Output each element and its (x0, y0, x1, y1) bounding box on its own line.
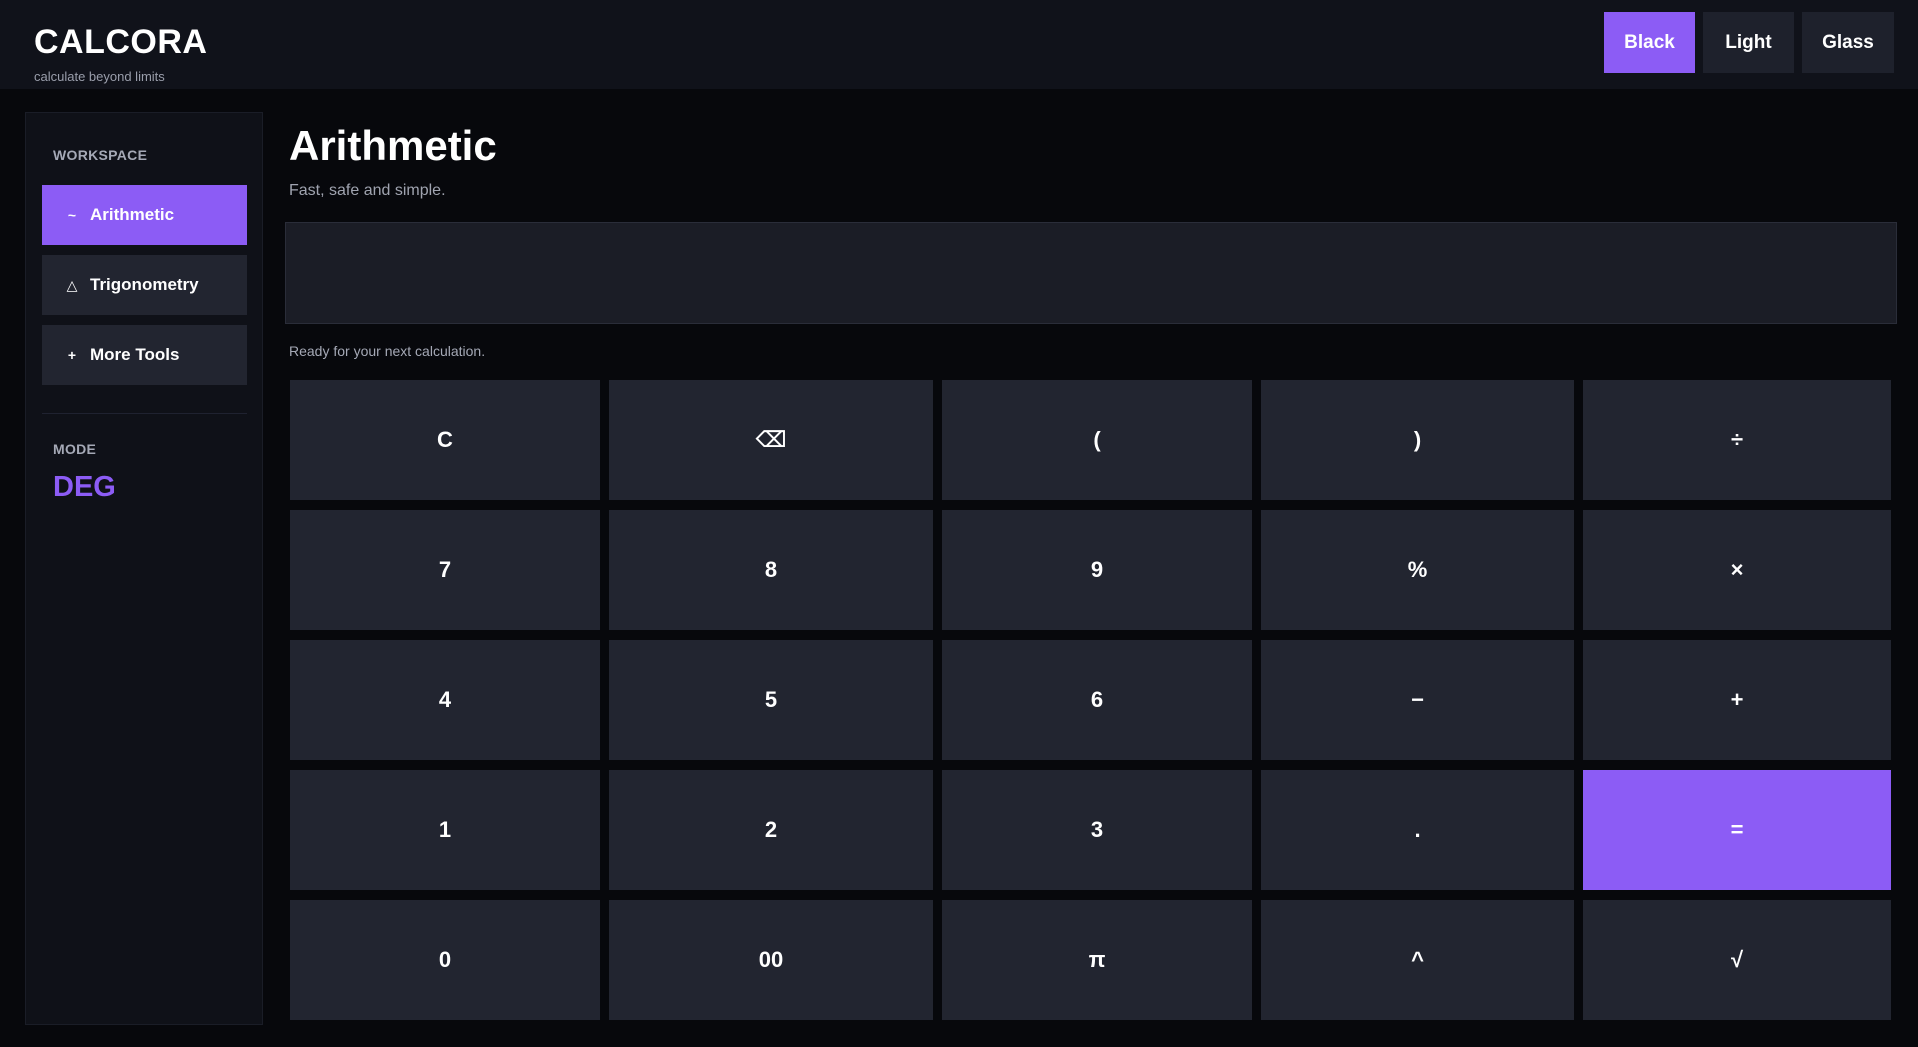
key-power[interactable]: ^ (1261, 900, 1574, 1020)
key-6[interactable]: 6 (942, 640, 1252, 760)
key-pi[interactable]: π (942, 900, 1252, 1020)
main-panel: Arithmetic Fast, safe and simple. Ready … (285, 112, 1897, 359)
sidebar-item-label: Arithmetic (90, 205, 175, 224)
status-text: Ready for your next calculation. (289, 343, 486, 359)
key-close-paren[interactable]: ) (1261, 380, 1574, 500)
key-percent[interactable]: % (1261, 510, 1574, 630)
sidebar-item-label: More Tools (90, 345, 180, 364)
key-5[interactable]: 5 (609, 640, 933, 760)
key-8[interactable]: 8 (609, 510, 933, 630)
sidebar-divider (42, 413, 247, 414)
key-multiply[interactable]: × (1583, 510, 1891, 630)
wave-icon: ~ (67, 207, 77, 223)
key-backspace[interactable]: ⌫ (609, 380, 933, 500)
plus-icon: + (67, 347, 77, 363)
key-2[interactable]: 2 (609, 770, 933, 890)
brand: CALCORA calculate beyond limits (34, 22, 207, 84)
key-clear[interactable]: C (290, 380, 600, 500)
key-plus[interactable]: + (1583, 640, 1891, 760)
theme-light-button[interactable]: Light (1703, 12, 1794, 73)
key-7[interactable]: 7 (290, 510, 600, 630)
page-title: Arithmetic (289, 122, 497, 169)
top-bar: CALCORA calculate beyond limits Black Li… (0, 0, 1918, 89)
key-divide[interactable]: ÷ (1583, 380, 1891, 500)
workspace-label: WORKSPACE (53, 147, 148, 163)
key-decimal[interactable]: . (1261, 770, 1574, 890)
key-9[interactable]: 9 (942, 510, 1252, 630)
theme-black-button[interactable]: Black (1604, 12, 1695, 73)
page-subtitle: Fast, safe and simple. (289, 182, 446, 199)
angle-mode-value: DEG (53, 471, 116, 503)
sidebar-item-arithmetic[interactable]: ~ Arithmetic (42, 185, 247, 245)
key-equals[interactable]: = (1583, 770, 1891, 890)
app-title: CALCORA (34, 23, 208, 61)
key-3[interactable]: 3 (942, 770, 1252, 890)
key-1[interactable]: 1 (290, 770, 600, 890)
app-tagline: calculate beyond limits (34, 69, 165, 84)
sidebar: WORKSPACE ~ Arithmetic △ Trigonometry + … (25, 112, 263, 1025)
mode-label: MODE (53, 441, 97, 457)
theme-glass-button[interactable]: Glass (1802, 12, 1894, 73)
calculator-display[interactable] (285, 222, 1897, 324)
triangle-icon: △ (66, 276, 78, 293)
key-4[interactable]: 4 (290, 640, 600, 760)
key-sqrt[interactable]: √ (1583, 900, 1891, 1020)
sidebar-item-trigonometry[interactable]: △ Trigonometry (42, 255, 247, 315)
sidebar-item-label: Trigonometry (90, 275, 199, 294)
theme-switcher: Black Light Glass (1604, 12, 1894, 73)
key-0[interactable]: 0 (290, 900, 600, 1020)
key-open-paren[interactable]: ( (942, 380, 1252, 500)
key-double-zero[interactable]: 00 (609, 900, 933, 1020)
keypad: C ⌫ ( ) ÷ 7 8 9 % × 4 5 6 − + 1 2 3 . = … (290, 380, 1891, 1020)
key-minus[interactable]: − (1261, 640, 1574, 760)
sidebar-item-more-tools[interactable]: + More Tools (42, 325, 247, 385)
